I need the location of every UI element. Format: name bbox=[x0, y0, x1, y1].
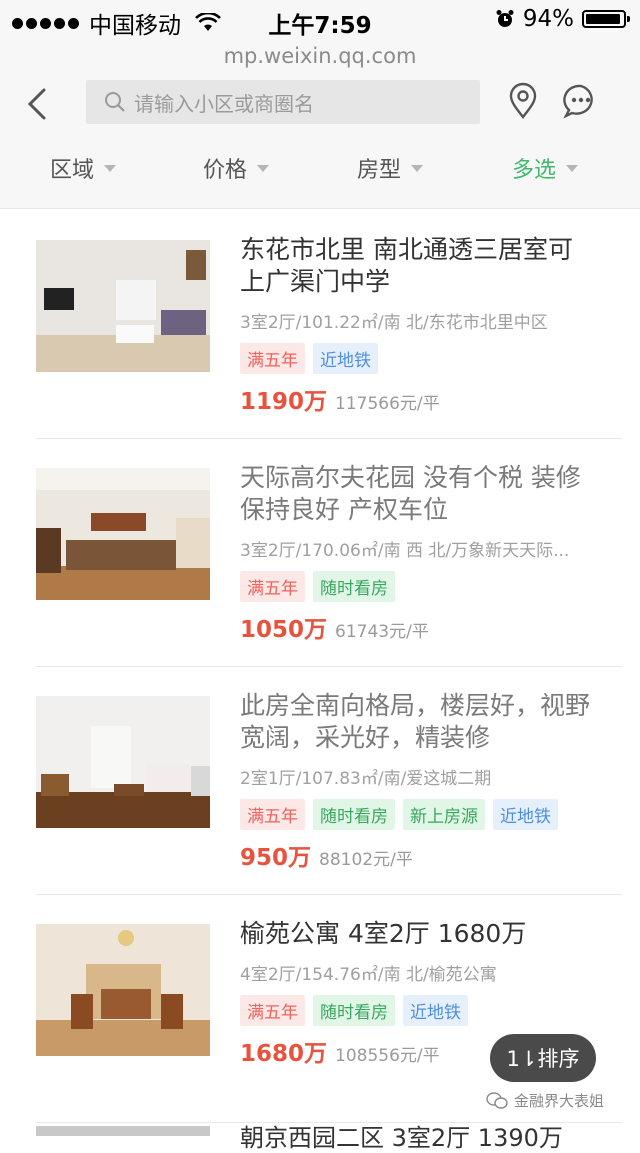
listing-info: 此房全南向格局，楼层好，视野宽阔，采光好，精装修 2室1厅/107.83㎡/南/… bbox=[240, 690, 590, 872]
price-row: 950万 88102元/平 bbox=[240, 838, 590, 872]
search-header: 请输入小区或商圈名 区域 价格 房型 多选 bbox=[0, 80, 640, 209]
status-bar: 中国移动 上午7:59 94% bbox=[0, 0, 640, 40]
listing-meta: 3室2厅/101.22㎡/南 北/东花市北里中区 bbox=[240, 313, 548, 333]
listing-meta: 4室2厅/154.76㎡/南 北/榆苑公寓 bbox=[240, 965, 497, 985]
caret-down-icon bbox=[411, 164, 424, 172]
battery-icon bbox=[582, 10, 630, 28]
filter-price-label: 价格 bbox=[203, 158, 248, 183]
message-icon[interactable] bbox=[562, 82, 600, 120]
listing-tags: 满五年 随时看房 新上房源 近地铁 bbox=[240, 799, 590, 830]
battery-percent: 94% bbox=[522, 6, 574, 32]
listing-photo bbox=[36, 468, 210, 600]
listing-title: 天际高尔夫花园 没有个税 装修保持良好 产权车位 bbox=[240, 463, 581, 524]
listing-price: 1190万 bbox=[240, 389, 328, 415]
filter-bar: 区域 价格 房型 多选 bbox=[0, 152, 640, 196]
url-bar: mp.weixin.qq.com bbox=[0, 40, 640, 81]
tag: 满五年 bbox=[240, 343, 305, 374]
tag: 满五年 bbox=[240, 571, 305, 602]
listing-unit-price: 88102元/平 bbox=[319, 850, 413, 870]
listing-photo bbox=[36, 240, 210, 372]
listing-item[interactable]: 天际高尔夫花园 没有个税 装修保持良好 产权车位 3室2厅/170.06㎡/南 … bbox=[36, 438, 622, 667]
next-listing-photo bbox=[36, 1126, 210, 1136]
tag: 新上房源 bbox=[403, 799, 485, 830]
status-bar-right: 94% bbox=[495, 6, 630, 32]
filter-region[interactable]: 区域 bbox=[50, 152, 117, 184]
listing-item[interactable]: 此房全南向格局，楼层好，视野宽阔，采光好，精装修 2室1厅/107.83㎡/南/… bbox=[36, 666, 622, 895]
location-icon[interactable] bbox=[506, 82, 540, 120]
tag: 随时看房 bbox=[313, 571, 395, 602]
wechat-icon bbox=[486, 1091, 508, 1109]
tag: 近地铁 bbox=[493, 799, 558, 830]
listing-item[interactable]: 东花市北里 南北通透三居室可上广渠门中学 3室2厅/101.22㎡/南 北/东花… bbox=[36, 210, 622, 439]
listing-unit-price: 117566元/平 bbox=[335, 394, 440, 414]
tag: 满五年 bbox=[240, 799, 305, 830]
caret-down-icon bbox=[566, 164, 579, 172]
filter-multi[interactable]: 多选 bbox=[512, 152, 579, 184]
listing-title: 此房全南向格局，楼层好，视野宽阔，采光好，精装修 bbox=[240, 691, 590, 752]
sort-button[interactable]: 1⇂排序 bbox=[490, 1034, 596, 1082]
listing-item[interactable]: 榆苑公寓 4室2厅 1680万 4室2厅/154.76㎡/南 北/榆苑公寓 满五… bbox=[36, 894, 622, 1123]
alarm-icon bbox=[496, 10, 514, 27]
listing-meta: 2室1厅/107.83㎡/南/爱这城二期 bbox=[240, 769, 492, 789]
listing-info: 天际高尔夫花园 没有个税 装修保持良好 产权车位 3室2厅/170.06㎡/南 … bbox=[240, 462, 590, 644]
watermark-text: 金融界大表姐 bbox=[514, 1092, 605, 1110]
listing-price: 1680万 bbox=[240, 1041, 328, 1067]
tag: 随时看房 bbox=[313, 995, 395, 1026]
filter-price[interactable]: 价格 bbox=[203, 152, 270, 184]
listing-unit-price: 61743元/平 bbox=[335, 622, 429, 642]
search-placeholder: 请输入小区或商圈名 bbox=[134, 91, 314, 116]
tag: 近地铁 bbox=[403, 995, 468, 1026]
filter-layout[interactable]: 房型 bbox=[357, 152, 424, 184]
listing-unit-price: 108556元/平 bbox=[335, 1046, 440, 1066]
listing-tags: 满五年 随时看房 近地铁 bbox=[240, 995, 590, 1026]
listing-photo bbox=[36, 924, 210, 1056]
search-icon bbox=[105, 92, 125, 112]
listing-meta: 3室2厅/170.06㎡/南 西 北/万象新天天际... bbox=[240, 541, 570, 561]
back-arrow-icon[interactable] bbox=[24, 86, 54, 122]
listing-title: 东花市北里 南北通透三居室可上广渠门中学 bbox=[240, 235, 573, 296]
price-row: 1050万 61743元/平 bbox=[240, 610, 590, 644]
listing-price: 1050万 bbox=[240, 617, 328, 643]
listing-price: 950万 bbox=[240, 845, 312, 871]
filter-layout-label: 房型 bbox=[357, 158, 402, 183]
listing-info: 东花市北里 南北通透三居室可上广渠门中学 3室2厅/101.22㎡/南 北/东花… bbox=[240, 234, 590, 416]
price-row: 1190万 117566元/平 bbox=[240, 382, 590, 416]
caret-down-icon bbox=[257, 164, 270, 172]
tag: 满五年 bbox=[240, 995, 305, 1026]
search-input[interactable]: 请输入小区或商圈名 bbox=[86, 80, 480, 124]
listing-photo bbox=[36, 696, 210, 828]
filter-multi-label: 多选 bbox=[512, 158, 557, 183]
listing-tags: 满五年 随时看房 bbox=[240, 571, 590, 602]
filter-region-label: 区域 bbox=[50, 158, 95, 183]
tag: 近地铁 bbox=[313, 343, 378, 374]
watermark: 金融界大表姐 bbox=[486, 1090, 604, 1111]
caret-down-icon bbox=[104, 164, 117, 172]
tag: 随时看房 bbox=[313, 799, 395, 830]
listing-tags: 满五年 近地铁 bbox=[240, 343, 590, 374]
